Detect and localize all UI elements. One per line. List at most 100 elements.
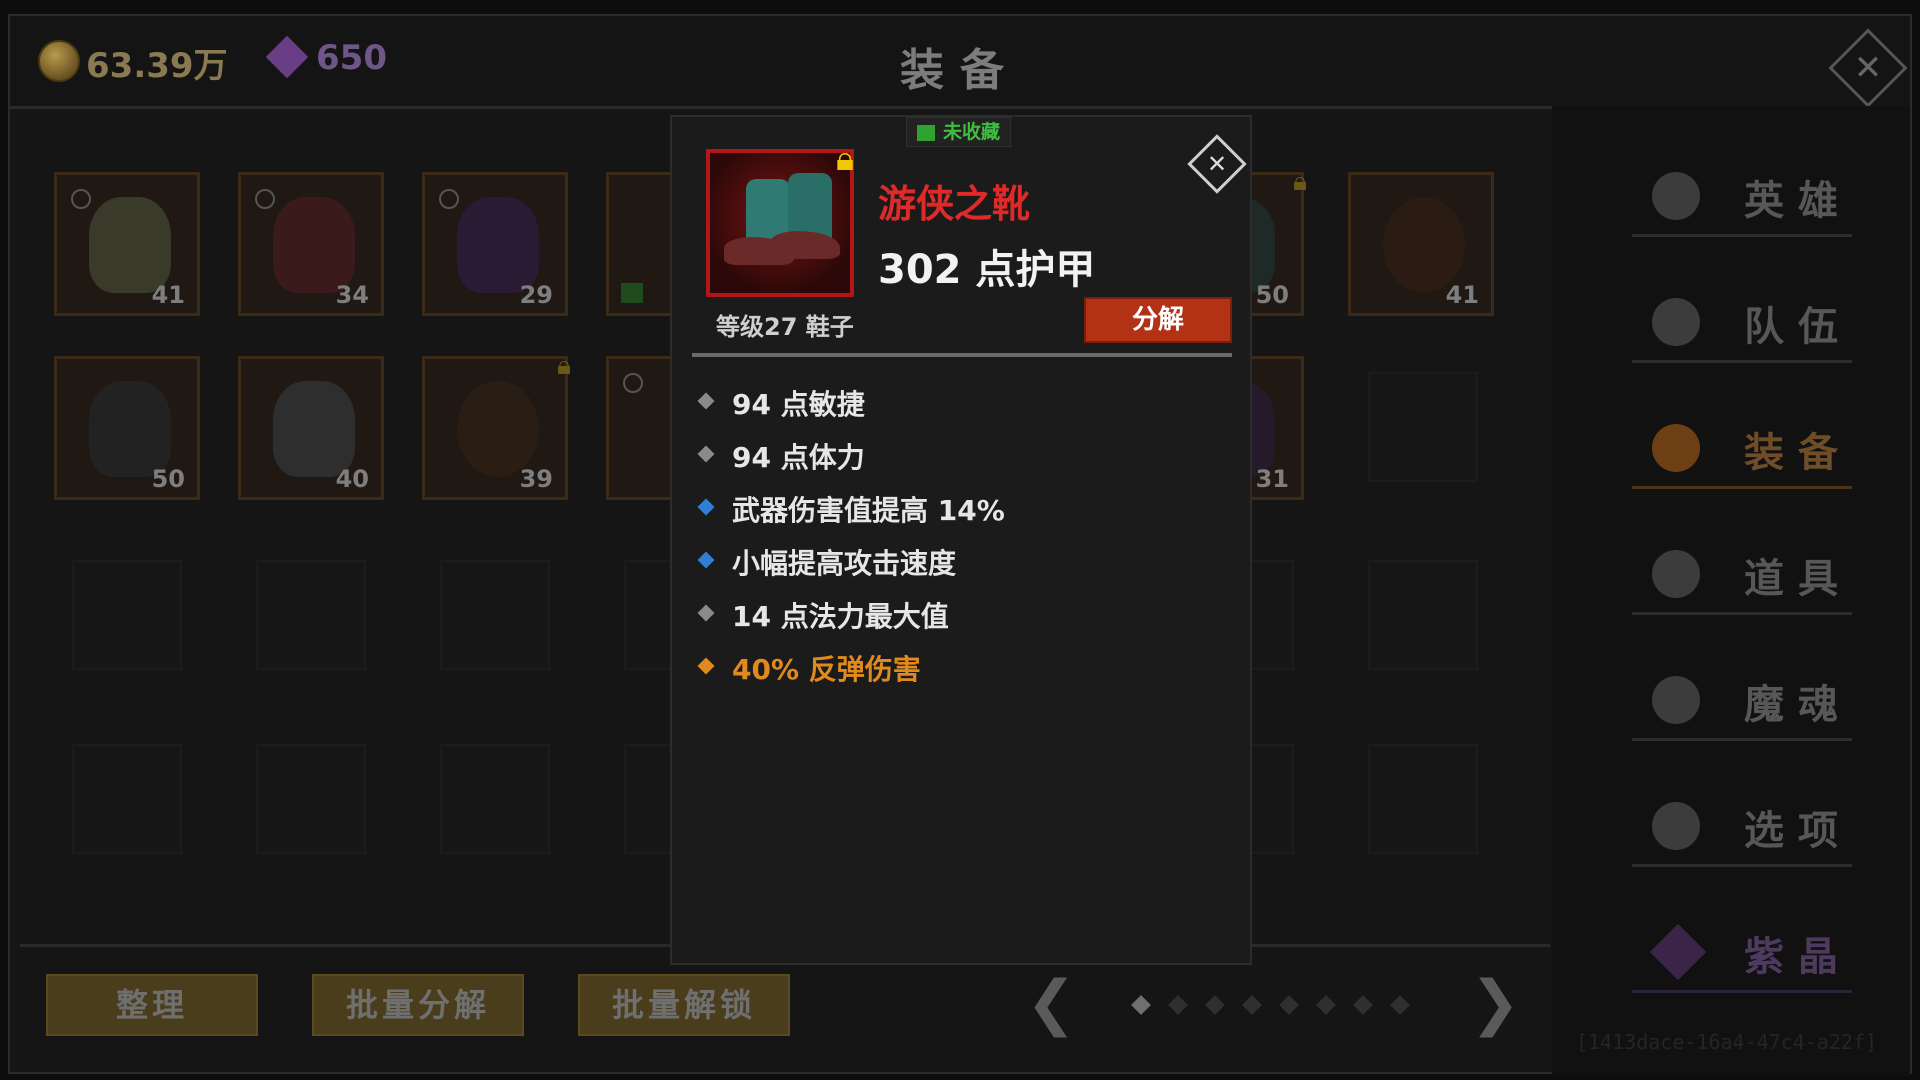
inventory-slot-empty[interactable] xyxy=(440,744,550,854)
stat-diamond-icon xyxy=(697,445,715,463)
inventory-slot-hood[interactable]: 50 xyxy=(54,356,200,500)
inventory-slot-amulet[interactable]: 41 xyxy=(1348,172,1494,316)
item-level: 34 xyxy=(335,281,369,309)
decompose-button[interactable]: 分解 xyxy=(1084,297,1232,343)
side-item-label: 道具 xyxy=(1744,556,1852,602)
item-level-type: 等级27 鞋子 xyxy=(716,313,854,341)
batch-decompose-button[interactable]: 批量分解 xyxy=(312,974,524,1036)
side-item-label: 装备 xyxy=(1744,430,1852,476)
close-icon: ✕ xyxy=(1206,150,1228,178)
side-item-team[interactable]: 队伍 xyxy=(1632,290,1892,370)
inventory-slot-belt[interactable]: 🔒︎ 39 xyxy=(422,351,571,500)
stat-text: 94 点敏捷 xyxy=(732,388,865,421)
select-ring-icon xyxy=(439,189,459,209)
side-item-underline xyxy=(1632,360,1852,363)
popup-close-button[interactable]: ✕ xyxy=(1187,134,1247,194)
side-item-label: 选项 xyxy=(1744,808,1852,854)
side-item-amethyst[interactable]: 紫晶 xyxy=(1632,920,1892,1000)
select-ring-icon xyxy=(255,189,275,209)
inventory-slot-robe[interactable]: 34 xyxy=(238,172,384,316)
side-item-heroes[interactable]: 英雄 xyxy=(1632,164,1892,244)
stat-diamond-icon xyxy=(697,551,715,569)
side-item-soul[interactable]: 魔魂 xyxy=(1632,668,1892,748)
side-item-items[interactable]: 道具 xyxy=(1632,542,1892,622)
amulet-icon xyxy=(1383,197,1465,293)
item-level: 50 xyxy=(151,465,185,493)
inventory-slot-mask[interactable]: 29 xyxy=(422,172,568,316)
gear-icon xyxy=(1652,802,1700,850)
bag-icon xyxy=(1652,550,1700,598)
stat-text: 40% 反弹伤害 xyxy=(732,653,921,686)
mask-icon xyxy=(457,197,539,293)
side-item-label: 魔魂 xyxy=(1744,682,1852,728)
next-page-arrow-icon[interactable]: ❯ xyxy=(1470,968,1520,1038)
inventory-slot-empty[interactable] xyxy=(1368,560,1478,670)
inventory-slot-empty[interactable] xyxy=(1368,744,1478,854)
collect-status-badge[interactable]: 未收藏 xyxy=(906,117,1012,147)
item-armor-value: 302 点护甲 xyxy=(878,247,1096,293)
belt-icon xyxy=(457,381,539,477)
item-portrait xyxy=(706,149,854,297)
stat-diamond-icon xyxy=(697,498,715,516)
armor-icon xyxy=(273,381,355,477)
stat-diamond-icon xyxy=(697,392,715,410)
side-item-label: 英雄 xyxy=(1744,178,1852,224)
close-icon: ✕ xyxy=(1853,48,1883,88)
inventory-slot-empty[interactable] xyxy=(72,744,182,854)
inventory-slot-helmet[interactable]: 41 xyxy=(54,172,200,316)
side-item-underline xyxy=(1632,612,1852,615)
prev-page-arrow-icon[interactable]: ❮ xyxy=(1026,968,1076,1038)
side-item-underline xyxy=(1632,234,1852,237)
page-title: 装备 xyxy=(900,45,1020,96)
item-level: 31 xyxy=(1255,465,1289,493)
stat-text: 小幅提高攻击速度 xyxy=(732,547,957,580)
popup-divider xyxy=(692,353,1232,357)
purple-gem-icon xyxy=(1649,923,1707,981)
select-ring-icon xyxy=(71,189,91,209)
side-item-equipment[interactable]: 装备 xyxy=(1632,416,1892,496)
sort-button[interactable]: 整理 xyxy=(46,974,258,1036)
side-item-underline xyxy=(1632,990,1852,993)
stat-diamond-icon xyxy=(697,604,715,622)
collect-status-label: 未收藏 xyxy=(943,121,1001,143)
hood-icon xyxy=(89,381,171,477)
inventory-slot-empty[interactable] xyxy=(72,560,182,670)
item-level: 29 xyxy=(519,281,553,309)
item-level: 41 xyxy=(151,281,185,309)
side-item-underline xyxy=(1632,738,1852,741)
side-item-label: 紫晶 xyxy=(1744,934,1852,980)
stat-text: 武器伤害值提高 14% xyxy=(732,494,1005,527)
item-name: 游侠之靴 xyxy=(878,182,1031,226)
stat-diamond-icon xyxy=(697,657,715,675)
flame-icon xyxy=(1652,676,1700,724)
inventory-slot-empty[interactable] xyxy=(256,560,366,670)
hero-icon xyxy=(1652,172,1700,220)
item-level: 50 xyxy=(1255,281,1289,309)
lock-icon[interactable]: 🔒︎ xyxy=(836,139,854,179)
helmet-icon xyxy=(1652,424,1700,472)
item-level: 41 xyxy=(1445,281,1479,309)
robe-icon xyxy=(273,197,355,293)
select-ring-icon xyxy=(623,373,643,393)
book-icon xyxy=(917,124,935,141)
helmet-icon xyxy=(89,197,171,293)
flag-icon xyxy=(1652,298,1700,346)
lock-icon: 🔒︎ xyxy=(557,351,571,381)
debug-id-text: [1413dace-16a4-47c4-a22f] xyxy=(1576,1030,1878,1054)
book-icon xyxy=(621,283,643,303)
stat-text: 14 点法力最大值 xyxy=(732,600,949,633)
side-item-label: 队伍 xyxy=(1744,304,1852,350)
stat-text: 94 点体力 xyxy=(732,441,865,474)
inventory-slot-armor[interactable]: 40 xyxy=(238,356,384,500)
lock-icon: 🔒︎ xyxy=(1293,167,1307,197)
side-item-options[interactable]: 选项 xyxy=(1632,794,1892,874)
side-item-underline xyxy=(1632,486,1852,489)
inventory-slot-empty[interactable] xyxy=(440,560,550,670)
item-detail-popup: 未收藏 🔒︎ 游侠之靴 302 点护甲 等级27 鞋子 ✕ 分解 94 点敏捷 9… xyxy=(670,115,1252,965)
item-level: 39 xyxy=(519,465,553,493)
batch-unlock-button[interactable]: 批量解锁 xyxy=(578,974,790,1036)
side-item-underline xyxy=(1632,864,1852,867)
inventory-slot-empty[interactable] xyxy=(1368,372,1478,482)
item-level: 40 xyxy=(335,465,369,493)
inventory-slot-empty[interactable] xyxy=(256,744,366,854)
